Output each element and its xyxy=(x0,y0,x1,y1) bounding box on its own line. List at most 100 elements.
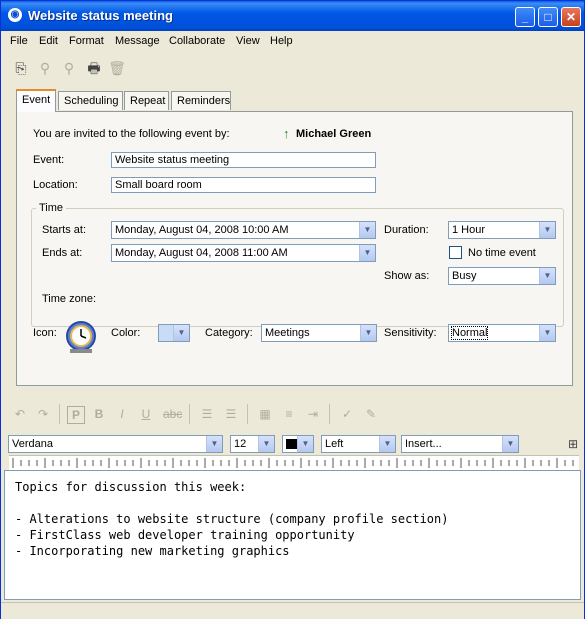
timezone-label: Time zone: xyxy=(42,293,97,305)
align-icon[interactable]: ≡ xyxy=(281,406,297,422)
chevron-down-icon: ▼ xyxy=(539,325,555,341)
bullet-list-icon[interactable]: ☰ xyxy=(199,406,215,422)
event-field[interactable]: Website status meeting xyxy=(111,152,376,168)
redo-icon[interactable]: ↷ xyxy=(35,406,51,422)
no-time-checkbox[interactable] xyxy=(449,246,462,259)
ends-select[interactable]: Monday, August 04, 2008 11:00 AM ▼ xyxy=(111,244,376,262)
tab-scheduling[interactable]: Scheduling xyxy=(58,91,123,110)
menu-edit[interactable]: Edit xyxy=(39,35,58,47)
delete-icon[interactable]: 🗑 xyxy=(108,59,126,77)
message-body[interactable]: Topics for discussion this week: - Alter… xyxy=(4,470,581,600)
insert-image-icon[interactable]: ⊞ xyxy=(564,435,582,453)
menu-format[interactable]: Format xyxy=(69,35,104,47)
chevron-down-icon: ▼ xyxy=(359,222,375,238)
body-line: - Alterations to website structure (comp… xyxy=(15,512,449,526)
toolbar: ⎘ ⚲ ⚲ 🖶 🗑 xyxy=(1,53,584,83)
toolbar-divider xyxy=(247,404,248,424)
underline-icon[interactable]: U xyxy=(138,406,154,422)
menu-collaborate[interactable]: Collaborate xyxy=(169,35,225,47)
sensitivity-value: Normal xyxy=(450,326,489,340)
table-icon[interactable]: ▦ xyxy=(257,406,273,422)
chevron-down-icon: ▼ xyxy=(206,436,222,452)
invite-text: You are invited to the following event b… xyxy=(33,128,230,140)
toolbar-divider xyxy=(189,404,190,424)
starts-label: Starts at: xyxy=(42,224,87,236)
color-picker[interactable]: ▼ xyxy=(158,324,190,342)
maximize-button[interactable]: □ xyxy=(538,7,558,27)
chevron-down-icon: ▼ xyxy=(360,325,376,341)
body-line xyxy=(15,495,570,511)
toolbar-divider xyxy=(59,404,60,424)
person-icon: ↑ xyxy=(283,126,290,141)
indent-icon[interactable]: ⇥ xyxy=(305,406,321,422)
color-label: Color: xyxy=(111,327,141,339)
tab-repeat[interactable]: Repeat xyxy=(124,91,169,110)
strikethrough-icon[interactable]: abc xyxy=(163,406,182,422)
icon-label: Icon: xyxy=(33,327,57,339)
time-group-label: Time xyxy=(36,202,67,214)
insert-value: Insert... xyxy=(405,438,442,450)
event-label: Event: xyxy=(33,154,65,166)
ruler-ticks xyxy=(12,458,582,468)
status-bar xyxy=(1,602,584,619)
chevron-down-icon: ▼ xyxy=(539,222,555,238)
chevron-down-icon: ▼ xyxy=(539,268,555,284)
show-as-value: Busy xyxy=(452,270,477,282)
close-button[interactable]: ✕ xyxy=(561,7,581,27)
menu-view[interactable]: View xyxy=(236,35,260,47)
ends-label: Ends at: xyxy=(42,247,83,259)
insert-select[interactable]: Insert... ▼ xyxy=(401,435,519,453)
show-as-select[interactable]: Busy ▼ xyxy=(448,267,556,285)
minimize-button[interactable]: _ xyxy=(515,7,535,27)
title-bar[interactable]: ◉ Website status meeting _ □ ✕ xyxy=(1,1,584,31)
tab-reminders[interactable]: Reminders xyxy=(171,91,231,110)
toolbar-divider xyxy=(329,404,330,424)
location-field[interactable]: Small board room xyxy=(111,177,376,193)
chevron-down-icon: ▼ xyxy=(173,325,189,341)
italic-icon[interactable]: I xyxy=(114,406,130,422)
save-close-icon[interactable]: ⎘ xyxy=(12,59,30,77)
chevron-down-icon: ▼ xyxy=(258,436,274,452)
sensitivity-label: Sensitivity: xyxy=(384,327,437,339)
duration-label: Duration: xyxy=(384,224,429,236)
menu-message[interactable]: Message xyxy=(115,35,160,47)
duration-select[interactable]: 1 Hour ▼ xyxy=(448,221,556,239)
chevron-down-icon: ▼ xyxy=(379,436,395,452)
align-value: Left xyxy=(325,438,344,450)
font-select[interactable]: Verdana ▼ xyxy=(8,435,223,453)
print-icon[interactable]: 🖶 xyxy=(85,59,103,77)
undo-icon[interactable]: ↶ xyxy=(12,406,28,422)
font-value: Verdana xyxy=(12,438,53,450)
event-panel: You are invited to the following event b… xyxy=(16,111,573,386)
show-as-label: Show as: xyxy=(384,270,430,282)
clock-icon[interactable] xyxy=(65,320,97,354)
numbered-list-icon[interactable]: ☰ xyxy=(223,406,239,422)
body-line: - FirstClass web developer training oppo… xyxy=(15,528,355,542)
text-color-select[interactable]: ▼ xyxy=(282,435,314,453)
menu-file[interactable]: File xyxy=(10,35,28,47)
app-icon: ◉ xyxy=(8,8,22,22)
menu-help[interactable]: Help xyxy=(270,35,293,47)
organizer-name: Michael Green xyxy=(296,128,372,140)
category-select[interactable]: Meetings ▼ xyxy=(261,324,377,342)
app-window: ◉ Website status meeting _ □ ✕ File Edit… xyxy=(0,0,585,619)
align-select[interactable]: Left ▼ xyxy=(321,435,396,453)
tab-event[interactable]: Event xyxy=(16,89,56,112)
location-label: Location: xyxy=(33,179,78,191)
bold-icon[interactable]: B xyxy=(91,406,107,422)
spellcheck-icon[interactable]: ✓ xyxy=(339,406,355,422)
starts-select[interactable]: Monday, August 04, 2008 10:00 AM ▼ xyxy=(111,221,376,239)
duration-value: 1 Hour xyxy=(452,224,486,236)
paragraph-icon[interactable]: P xyxy=(67,406,85,424)
ruler xyxy=(9,455,582,470)
sensitivity-select[interactable]: Normal ▼ xyxy=(448,324,556,342)
body-line: - Incorporating new marketing graphics xyxy=(15,544,290,558)
size-select[interactable]: 12 ▼ xyxy=(230,435,275,453)
size-value: 12 xyxy=(234,438,247,450)
edit-icon[interactable]: ✎ xyxy=(363,406,379,422)
decline-icon[interactable]: ⚲ xyxy=(60,59,78,77)
chevron-down-icon: ▼ xyxy=(502,436,518,452)
accept-icon[interactable]: ⚲ xyxy=(36,59,54,77)
starts-value: Monday, August 04, 2008 10:00 AM xyxy=(115,224,289,236)
ends-value: Monday, August 04, 2008 11:00 AM xyxy=(115,247,288,259)
